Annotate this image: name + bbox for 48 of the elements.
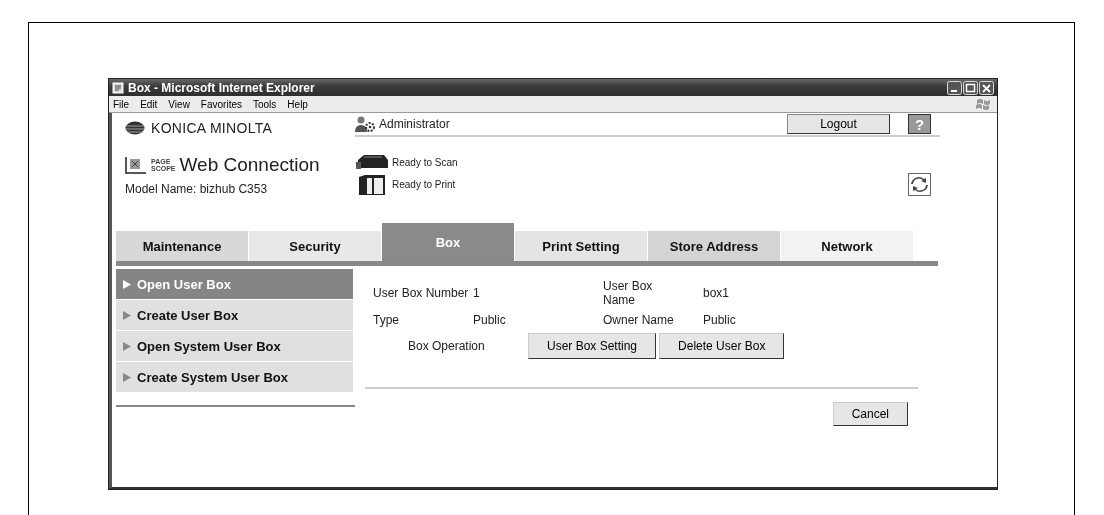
brand-name: KONICA MINOLTA xyxy=(151,120,273,136)
product-name: Web Connection xyxy=(179,154,320,176)
user-role: Administrator xyxy=(379,117,450,131)
field-value: box1 xyxy=(703,286,731,300)
menu-item[interactable]: Tools xyxy=(253,98,277,110)
triangle-icon xyxy=(123,310,131,320)
triangle-icon xyxy=(123,279,131,289)
field-label: User Box Name xyxy=(603,279,654,307)
scanner-icon xyxy=(355,153,389,171)
sidebar-item[interactable]: Create User Box xyxy=(116,300,353,330)
triangle-icon xyxy=(123,341,131,351)
page-scope-logo-icon xyxy=(125,155,147,175)
menu-item[interactable]: View xyxy=(168,98,190,110)
menu-item[interactable]: File xyxy=(113,98,130,110)
menu-item[interactable]: Help xyxy=(287,98,308,110)
status-text: Ready to Print xyxy=(392,179,456,190)
window-title: Box - Microsoft Internet Explorer xyxy=(128,80,316,95)
field-label: Box Operation xyxy=(408,339,486,353)
field-value: Public xyxy=(703,313,737,327)
maximize-button[interactable] xyxy=(963,80,978,95)
sidebar-item[interactable]: Open User Box xyxy=(116,269,353,299)
field-label: User Box Number xyxy=(373,286,470,300)
nav-tab[interactable]: Security xyxy=(249,231,382,261)
sidebar-item[interactable]: Open System User Box xyxy=(116,331,353,361)
action-button[interactable]: User Box Setting xyxy=(528,333,657,359)
triangle-icon xyxy=(123,372,131,382)
nav-tab[interactable]: Maintenance xyxy=(116,231,249,261)
field-label: Type xyxy=(373,313,400,327)
admin-user-icon xyxy=(355,115,375,133)
refresh-icon[interactable] xyxy=(908,173,931,196)
nav-tab[interactable]: Print Setting xyxy=(515,231,648,261)
page-icon xyxy=(112,81,124,94)
logout-button[interactable]: Logout xyxy=(787,114,890,134)
field-value: 1 xyxy=(473,286,481,300)
field-label: Owner Name xyxy=(603,313,675,327)
action-button[interactable]: Delete User Box xyxy=(659,333,785,359)
nav-tab[interactable]: Network xyxy=(781,231,914,261)
model-name: Model Name: bizhub C353 xyxy=(125,182,269,196)
field-value: Public xyxy=(473,313,507,327)
globe-logo-icon xyxy=(125,121,145,135)
close-button[interactable] xyxy=(979,80,994,95)
menu-item[interactable]: Edit xyxy=(140,98,158,110)
minimize-button[interactable] xyxy=(947,80,962,95)
cancel-button[interactable]: Cancel xyxy=(832,402,908,426)
nav-tab[interactable]: Store Address xyxy=(648,231,781,261)
menu-item[interactable]: Favorites xyxy=(200,98,242,110)
status-text: Ready to Scan xyxy=(392,156,458,168)
sidebar-item[interactable]: Create System User Box xyxy=(116,362,353,392)
